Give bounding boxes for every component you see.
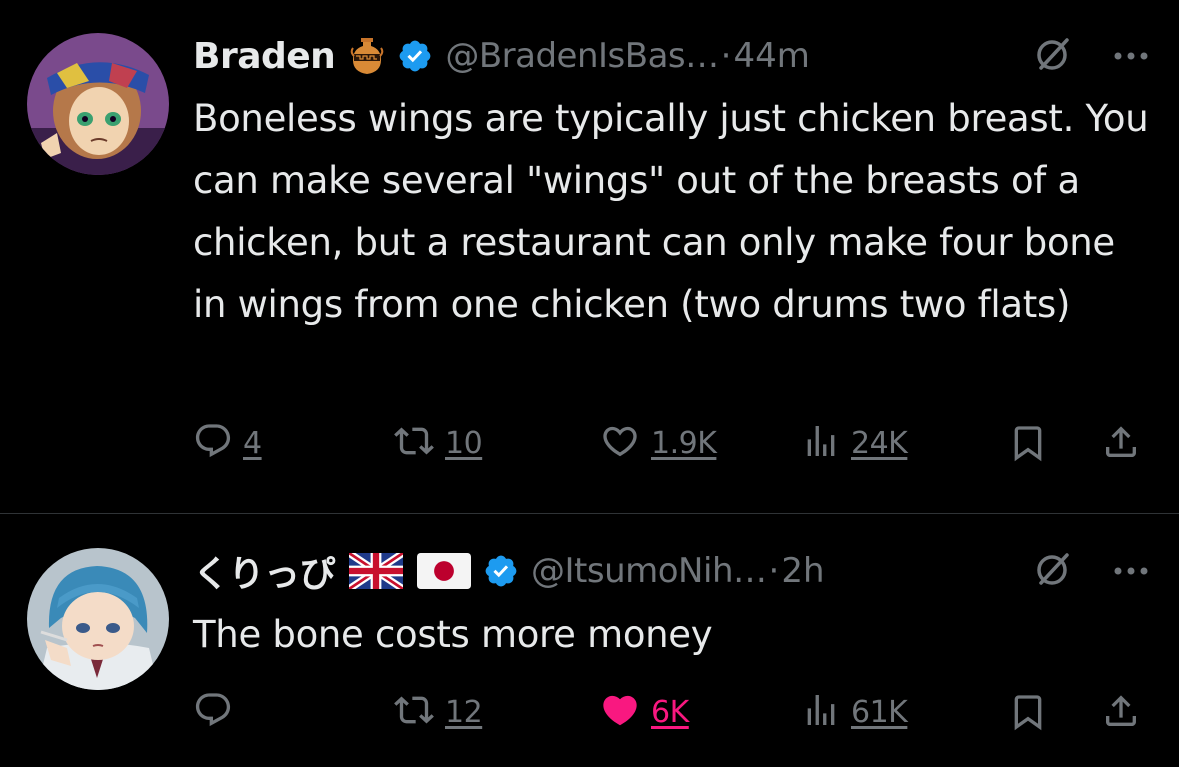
- tweet-header: Braden @BradenIsBas… · 44m: [193, 33, 1159, 79]
- like-count: 1.9K: [651, 425, 717, 461]
- japan-flag-icon: [417, 553, 472, 589]
- uk-flag-icon: [349, 553, 404, 589]
- heart-filled-icon: [599, 690, 641, 734]
- views-button[interactable]: 24K: [801, 421, 908, 465]
- bookmark-icon: [1008, 690, 1048, 738]
- header-icons: [1033, 549, 1149, 593]
- timestamp[interactable]: 44m: [733, 36, 809, 76]
- reply-icon: [193, 690, 233, 734]
- heart-icon: [599, 421, 641, 465]
- display-name[interactable]: くりっぴ: [193, 545, 336, 597]
- user-handle[interactable]: @BradenIsBas…: [445, 36, 719, 76]
- verified-badge-icon[interactable]: [397, 38, 433, 74]
- tweet-text: Boneless wings are typically just chicke…: [193, 97, 1149, 326]
- views-icon: [801, 690, 841, 734]
- repost-count: 12: [445, 694, 483, 730]
- repost-icon: [393, 421, 435, 465]
- views-button[interactable]: 61K: [801, 690, 908, 734]
- grok-icon[interactable]: [1033, 34, 1073, 78]
- tweet-divider: [0, 513, 1179, 514]
- share-button[interactable]: [1101, 421, 1141, 467]
- amphora-icon: [349, 36, 385, 76]
- avatar[interactable]: [27, 33, 169, 175]
- tweet-header: くりっぴ @ItsumoNih… · 2h: [193, 545, 1159, 597]
- repost-button[interactable]: 10: [393, 421, 483, 465]
- reply-button[interactable]: [193, 690, 243, 734]
- repost-button[interactable]: 12: [393, 690, 483, 734]
- action-bar: 4 10 1.9K 24K: [193, 421, 1153, 471]
- bookmark-button[interactable]: [1008, 421, 1048, 469]
- views-count: 61K: [851, 694, 908, 730]
- views-icon: [801, 421, 841, 465]
- action-bar: 12 6K 61K: [193, 690, 1153, 740]
- separator-dot: ·: [768, 551, 780, 591]
- like-count: 6K: [651, 694, 689, 730]
- like-button[interactable]: 1.9K: [599, 421, 717, 465]
- reply-count: 4: [243, 425, 262, 461]
- header-icons: [1033, 34, 1149, 78]
- like-button[interactable]: 6K: [599, 690, 689, 734]
- separator-dot: ·: [720, 36, 732, 76]
- repost-count: 10: [445, 425, 483, 461]
- more-options-icon[interactable]: [1113, 562, 1149, 581]
- repost-icon: [393, 690, 435, 734]
- bookmark-icon: [1008, 421, 1048, 469]
- reply-button[interactable]: 4: [193, 421, 262, 465]
- grok-icon[interactable]: [1033, 549, 1073, 593]
- more-options-icon[interactable]: [1113, 47, 1149, 66]
- share-icon: [1101, 421, 1141, 467]
- timestamp[interactable]: 2h: [781, 551, 824, 591]
- verified-badge-icon[interactable]: [483, 553, 519, 589]
- bookmark-button[interactable]: [1008, 690, 1048, 738]
- user-handle[interactable]: @ItsumoNih…: [531, 551, 767, 591]
- share-icon: [1101, 690, 1141, 736]
- display-name[interactable]: Braden: [193, 36, 336, 77]
- reply-icon: [193, 421, 233, 465]
- views-count: 24K: [851, 425, 908, 461]
- avatar[interactable]: [27, 548, 169, 690]
- share-button[interactable]: [1101, 690, 1141, 736]
- tweet-text: The bone costs more money: [193, 613, 713, 656]
